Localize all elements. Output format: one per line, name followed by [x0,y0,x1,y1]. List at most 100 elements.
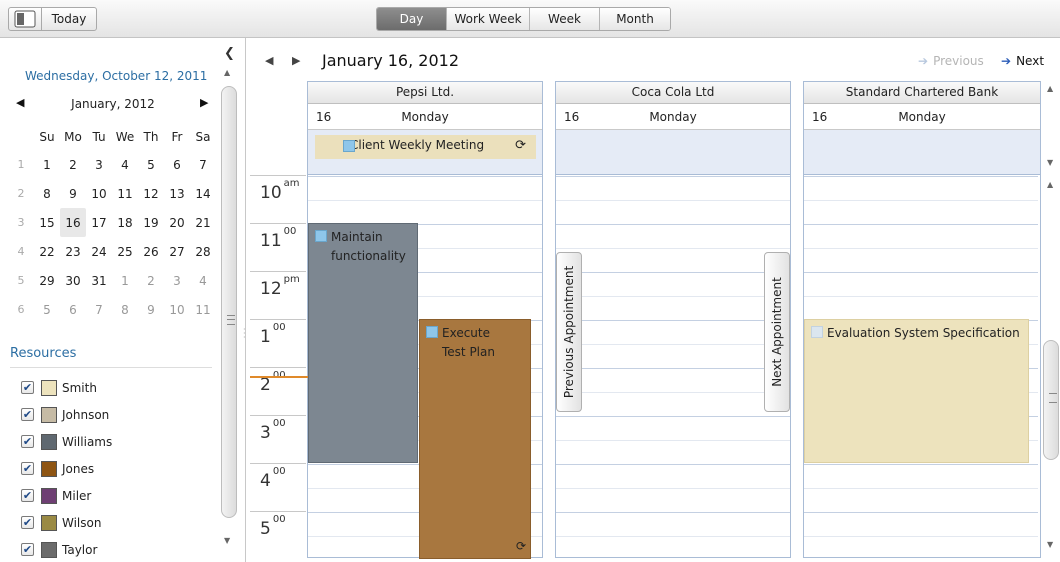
calendar-day[interactable]: 29 [34,266,60,295]
time-grid[interactable]: Previous Appointment Next Appointment [556,176,790,558]
scheduler-main: ◀ ▶ January 16, 2012 ➔ Previous ➔ Next 1… [250,38,1060,562]
view-month-button[interactable]: Month [600,8,670,30]
view-day-button[interactable]: Day [377,8,447,30]
calendar-day[interactable]: 23 [60,237,86,266]
calendar-day[interactable]: 13 [164,179,190,208]
resources-title: Resources [10,346,77,361]
scroll-thumb[interactable] [221,86,237,518]
calendar-day[interactable]: 18 [112,208,138,237]
all-day-area[interactable] [804,130,1040,175]
calendar-day[interactable]: 6 [164,150,190,179]
calendar-day[interactable]: 7 [86,295,112,324]
next-button[interactable]: ➔ Next [1001,54,1044,68]
view-work-week-button[interactable]: Work Week [447,8,530,30]
calendar-day[interactable]: 10 [164,295,190,324]
splitter-grip-icon[interactable]: · · · [243,326,246,342]
calendar-day[interactable]: 16 [60,208,86,237]
calendar-day[interactable]: 2 [138,266,164,295]
calendar-day[interactable]: 17 [86,208,112,237]
scroll-down-icon[interactable]: ▼ [1047,158,1053,167]
calendar-day[interactable]: 20 [164,208,190,237]
calendar-day[interactable]: 4 [190,266,216,295]
calendar-day[interactable]: 19 [138,208,164,237]
calendar-day[interactable]: 22 [34,237,60,266]
weekday-header: Fr [171,130,183,144]
calendar-day[interactable]: 11 [112,179,138,208]
scheduler-scrollbar[interactable]: ▲ ▼ [1042,176,1060,560]
all-day-appointment[interactable]: Client Weekly Meeting ⟳ [315,135,536,159]
calendar-day[interactable]: 9 [138,295,164,324]
resource-item[interactable]: ✔ Johnson [21,401,112,428]
time-grid[interactable]: Maintain functionality Execute Test Plan… [308,176,542,559]
calendar-day[interactable]: 10 [86,179,112,208]
slot-divider [556,176,790,177]
previous-appointment-button[interactable]: Previous Appointment [556,252,582,412]
calendar-day[interactable]: 2 [60,150,86,179]
sidebar-scrollbar[interactable]: ▲ ▼ [220,66,238,556]
collapse-sidebar-icon[interactable]: ❮ [224,46,235,61]
all-day-scrollbar[interactable]: ▲ ▼ [1042,82,1060,172]
scroll-up-icon[interactable]: ▲ [1047,84,1053,93]
calendar-day[interactable]: 30 [60,266,86,295]
calendar-day[interactable]: 26 [138,237,164,266]
appointment-evaluation[interactable]: Evaluation System Specification [804,319,1029,463]
appointment-execute[interactable]: Execute Test Plan ⟳ [419,319,531,559]
next-appointment-button[interactable]: Next Appointment [764,252,790,412]
previous-day-icon[interactable]: ◀ [265,54,273,67]
all-day-area[interactable] [556,130,790,175]
today-button[interactable]: Today [41,7,97,31]
calendar-day[interactable]: 12 [138,179,164,208]
next-day-icon[interactable]: ▶ [292,54,300,67]
calendar-day[interactable]: 8 [112,295,138,324]
calendar-day[interactable]: 1 [112,266,138,295]
resource-item[interactable]: ✔ Wilson [21,509,112,536]
resource-item[interactable]: ✔ Williams [21,428,112,455]
calendar-day[interactable]: 15 [34,208,60,237]
calendar-day[interactable]: 3 [164,266,190,295]
slot-divider [556,248,790,249]
appointment-maintain[interactable]: Maintain functionality [308,223,418,463]
all-day-area[interactable]: Client Weekly Meeting ⟳ [308,130,542,175]
scroll-down-icon[interactable]: ▼ [224,536,230,545]
time-grid[interactable]: Evaluation System Specification [804,176,1038,558]
calendar-day[interactable]: 25 [112,237,138,266]
resource-checkbox[interactable]: ✔ [21,489,34,502]
calendar-day[interactable]: 9 [60,179,86,208]
calendar-day[interactable]: 8 [34,179,60,208]
calendar-day[interactable]: 24 [86,237,112,266]
calendar-day[interactable]: 4 [112,150,138,179]
calendar-day[interactable]: 1 [34,150,60,179]
previous-button[interactable]: ➔ Previous [918,54,984,68]
resource-checkbox[interactable]: ✔ [21,435,34,448]
mini-next-month-icon[interactable]: ▶ [200,96,208,109]
calendar-day[interactable]: 7 [190,150,216,179]
current-date[interactable]: Wednesday, October 12, 2011 [25,69,207,83]
calendar-day[interactable]: 3 [86,150,112,179]
calendar-day[interactable]: 5 [138,150,164,179]
resource-checkbox[interactable]: ✔ [21,516,34,529]
scroll-down-icon[interactable]: ▼ [1047,540,1053,549]
resource-color-swatch [41,379,57,396]
calendar-day[interactable]: 6 [60,295,86,324]
resource-checkbox[interactable]: ✔ [21,408,34,421]
calendar-day[interactable]: 21 [190,208,216,237]
scroll-up-icon[interactable]: ▲ [1047,180,1053,189]
calendar-day[interactable]: 27 [164,237,190,266]
appointment-line2: Test Plan [442,345,495,359]
resource-checkbox[interactable]: ✔ [21,462,34,475]
resource-item[interactable]: ✔ Miler [21,482,112,509]
calendar-day[interactable]: 31 [86,266,112,295]
calendar-day[interactable]: 14 [190,179,216,208]
resource-checkbox[interactable]: ✔ [21,543,34,556]
calendar-day[interactable]: 11 [190,295,216,324]
scroll-thumb[interactable] [1043,340,1059,460]
calendar-day[interactable]: 28 [190,237,216,266]
resource-checkbox[interactable]: ✔ [21,381,34,394]
resource-item[interactable]: ✔ Smith [21,374,112,401]
resource-item[interactable]: ✔ Jones [21,455,112,482]
calendar-day[interactable]: 5 [34,295,60,324]
scroll-up-icon[interactable]: ▲ [224,68,230,77]
view-week-button[interactable]: Week [530,8,600,30]
toggle-sidebar-button[interactable] [8,7,42,31]
resource-item[interactable]: ✔ Taylor [21,536,112,562]
